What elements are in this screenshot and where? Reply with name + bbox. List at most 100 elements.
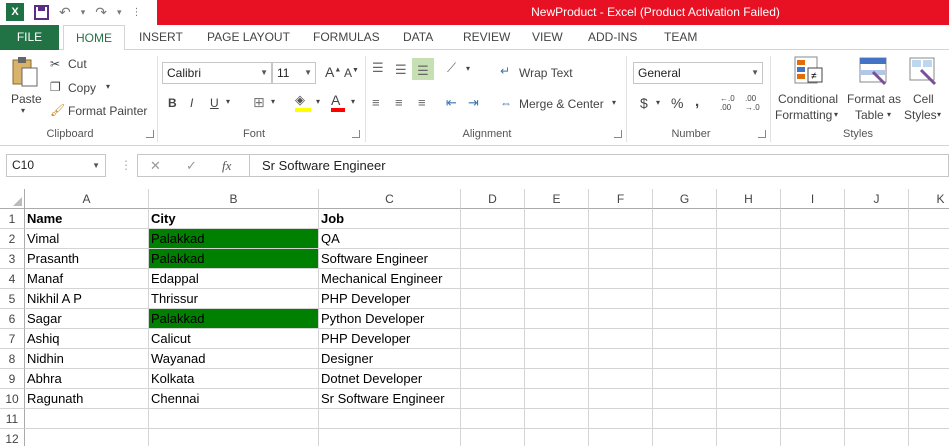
table-cell[interactable] [717,289,781,309]
table-cell[interactable] [525,249,589,269]
table-cell[interactable] [781,409,845,429]
table-cell[interactable] [845,369,909,389]
table-cell[interactable] [589,329,653,349]
table-cell[interactable] [781,369,845,389]
table-cell[interactable] [25,409,149,429]
table-cell[interactable]: Palakkad [149,229,319,249]
table-cell[interactable] [717,309,781,329]
middle-align-icon[interactable]: ☰ [395,62,407,78]
table-cell[interactable]: QA [319,229,461,249]
table-cell[interactable] [461,289,525,309]
tab-team[interactable]: TEAM [664,25,697,50]
table-cell[interactable] [589,209,653,229]
table-cell[interactable] [461,229,525,249]
paste-dropdown-icon[interactable]: ▾ [21,106,25,115]
column-header[interactable]: D [461,189,525,209]
orientation-icon[interactable]: ⟋ [447,60,456,76]
table-cell[interactable] [589,269,653,289]
table-cell[interactable] [909,409,949,429]
table-cell[interactable] [149,409,319,429]
merge-dropdown-icon[interactable]: ▾ [612,98,616,107]
font-launcher-icon[interactable] [352,130,360,138]
merge-center-icon[interactable]: ⇔ [500,96,512,110]
align-center-icon[interactable]: ≡ [395,95,403,110]
table-cell[interactable] [653,369,717,389]
table-cell[interactable] [461,329,525,349]
table-cell[interactable]: Thrissur [149,289,319,309]
currency-button[interactable]: $ [640,95,648,111]
number-format-select[interactable]: General ▼ [633,62,763,84]
paste-icon[interactable] [10,56,40,90]
row-header[interactable]: 4 [0,269,25,289]
table-cell[interactable] [781,209,845,229]
table-cell[interactable]: Python Developer [319,309,461,329]
alignment-launcher-icon[interactable] [614,130,622,138]
table-cell[interactable] [525,369,589,389]
table-cell[interactable] [845,409,909,429]
table-cell[interactable] [909,369,949,389]
cell-styles-icon[interactable] [909,56,939,89]
table-cell[interactable] [717,209,781,229]
align-left-icon[interactable]: ≡ [372,95,380,110]
cut-button[interactable]: Cut [68,57,87,71]
font-color-icon[interactable]: A [331,92,345,112]
table-cell[interactable]: Abhra [25,369,149,389]
table-cell[interactable] [845,349,909,369]
table-cell[interactable] [653,409,717,429]
table-cell[interactable]: Edappal [149,269,319,289]
cell-styles-dropdown-icon[interactable]: ▾ [937,110,941,119]
row-header[interactable]: 9 [0,369,25,389]
undo-icon[interactable]: ↶ [59,4,71,21]
column-header[interactable]: J [845,189,909,209]
table-cell[interactable] [909,249,949,269]
font-size-select[interactable]: 11 ▼ [272,62,316,84]
currency-dropdown-icon[interactable]: ▾ [656,98,660,107]
cancel-icon[interactable]: ✕ [150,158,161,174]
column-header[interactable]: B [149,189,319,209]
table-cell[interactable] [717,329,781,349]
table-cell[interactable]: Ashiq [25,329,149,349]
table-cell[interactable] [909,209,949,229]
table-cell[interactable] [653,289,717,309]
table-cell[interactable] [525,209,589,229]
table-cell[interactable] [845,329,909,349]
table-cell[interactable]: Dotnet Developer [319,369,461,389]
table-cell[interactable] [653,309,717,329]
table-cell[interactable] [717,229,781,249]
tab-data[interactable]: DATA [403,25,433,50]
row-header[interactable]: 6 [0,309,25,329]
tab-review[interactable]: REVIEW [463,25,510,50]
table-cell[interactable]: Sr Software Engineer [319,389,461,409]
table-cell[interactable] [845,249,909,269]
table-cell[interactable]: Prasanth [25,249,149,269]
row-header[interactable]: 10 [0,389,25,409]
table-cell[interactable] [781,309,845,329]
table-cell[interactable]: Mechanical Engineer [319,269,461,289]
borders-dropdown-icon[interactable]: ▾ [271,97,275,106]
table-cell[interactable] [461,409,525,429]
borders-icon[interactable]: ⊞ [253,94,265,111]
font-color-dropdown-icon[interactable]: ▾ [351,97,355,106]
table-cell[interactable] [525,389,589,409]
table-cell[interactable] [653,269,717,289]
table-cell[interactable] [525,309,589,329]
copy-dropdown-icon[interactable]: ▾ [106,82,110,91]
name-box[interactable]: C10 ▼ [6,154,106,177]
table-cell[interactable] [717,369,781,389]
conditional-dropdown-icon[interactable]: ▾ [834,110,838,119]
table-cell[interactable] [909,289,949,309]
table-cell[interactable] [653,349,717,369]
table-cell[interactable] [461,429,525,446]
table-cell[interactable] [25,429,149,446]
table-cell[interactable]: Kolkata [149,369,319,389]
table-cell[interactable] [781,349,845,369]
comma-button[interactable]: , [695,93,699,110]
format-as-table-icon[interactable] [859,56,889,89]
table-cell[interactable]: Software Engineer [319,249,461,269]
format-as-table-label-2[interactable]: Table [855,108,884,122]
enter-icon[interactable]: ✓ [186,158,197,174]
table-cell[interactable] [717,429,781,446]
customize-qat-icon[interactable]: ⋮ [132,7,142,18]
table-cell[interactable] [653,249,717,269]
cell-styles-label-2[interactable]: Styles [904,108,937,122]
